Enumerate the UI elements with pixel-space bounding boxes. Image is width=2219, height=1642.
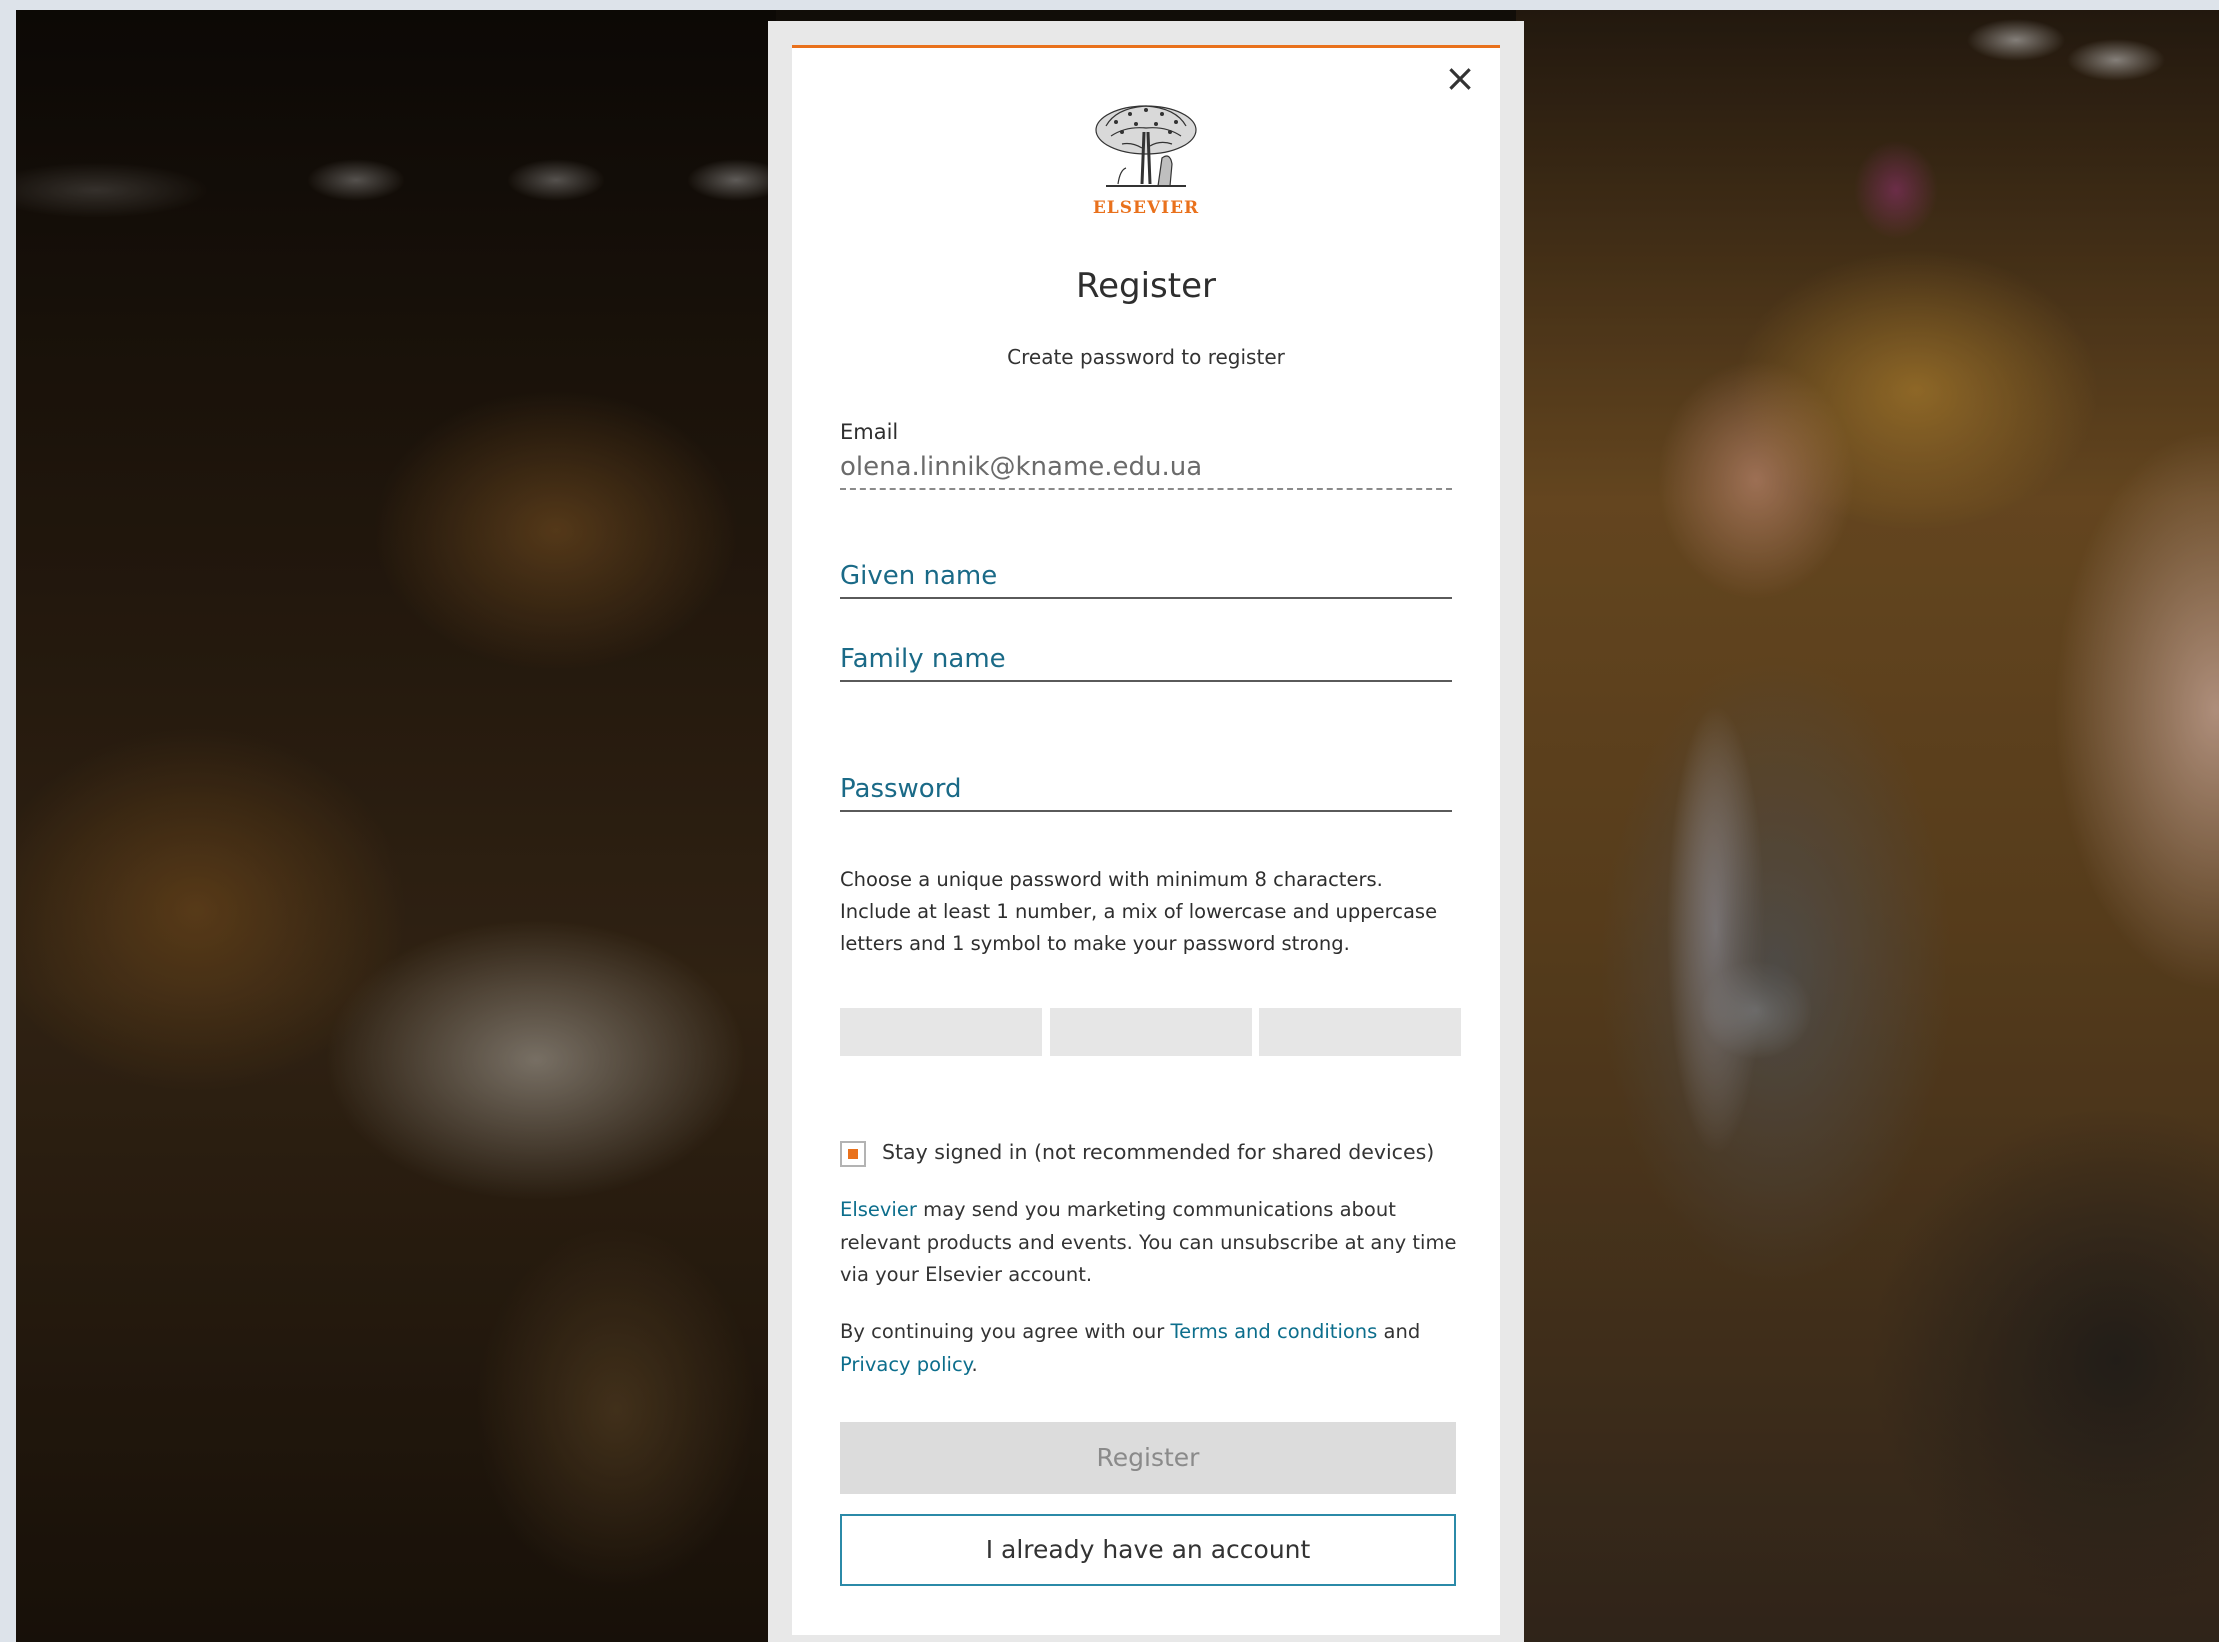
terms-notice: By continuing you agree with our Terms a… <box>840 1316 1460 1381</box>
elsevier-link[interactable]: Elsevier <box>840 1198 917 1221</box>
strength-segment <box>1050 1008 1252 1056</box>
password-hint: Choose a unique password with minimum 8 … <box>840 868 1438 955</box>
register-dialog: × ELSEVIER Register Create password to r… <box>792 45 1500 1635</box>
marketing-notice: Elsevier may send you marketing communic… <box>840 1194 1460 1292</box>
terms-link[interactable]: Terms and conditions <box>1170 1320 1377 1343</box>
have-account-button[interactable]: I already have an account <box>840 1514 1456 1586</box>
stay-signed-in-checkbox[interactable] <box>840 1141 866 1167</box>
close-icon[interactable]: × <box>1442 59 1478 97</box>
page-subtitle: Create password to register <box>1007 345 1285 369</box>
stay-signed-in[interactable]: Stay signed in (not recommended for shar… <box>840 1138 1460 1172</box>
register-button[interactable]: Register <box>840 1422 1456 1494</box>
logo-wordmark: ELSEVIER <box>1092 198 1200 218</box>
terms-middle: and <box>1377 1320 1421 1343</box>
email-field: olena.linnik@kname.edu.ua <box>840 452 1452 490</box>
strength-segment <box>840 1008 1042 1056</box>
elsevier-logo: ELSEVIER <box>1086 98 1206 218</box>
family-name-input[interactable]: Family name <box>840 636 1452 682</box>
given-name-placeholder: Given name <box>840 561 998 591</box>
page-background: × ELSEVIER Register Create password to r… <box>16 10 2219 1642</box>
family-name-placeholder: Family name <box>840 644 1006 674</box>
strength-segment <box>1259 1008 1461 1056</box>
privacy-link[interactable]: Privacy policy <box>840 1353 971 1376</box>
password-strength-meter <box>840 1008 1462 1056</box>
email-label: Email <box>840 420 899 444</box>
password-placeholder: Password <box>840 774 962 804</box>
terms-suffix: . <box>971 1352 978 1376</box>
marketing-text: may send you marketing communications ab… <box>840 1198 1457 1286</box>
terms-prefix: By continuing you agree with our <box>840 1320 1171 1343</box>
register-dialog-frame: × ELSEVIER Register Create password to r… <box>768 21 1524 1642</box>
page-title: Register <box>1076 266 1216 306</box>
checkbox-checked-mark <box>848 1149 858 1159</box>
password-input[interactable]: Password <box>840 766 1452 812</box>
stay-signed-in-label: Stay signed in (not recommended for shar… <box>882 1140 1435 1164</box>
given-name-input[interactable]: Given name <box>840 553 1452 599</box>
tree-logo-icon <box>1095 105 1197 187</box>
